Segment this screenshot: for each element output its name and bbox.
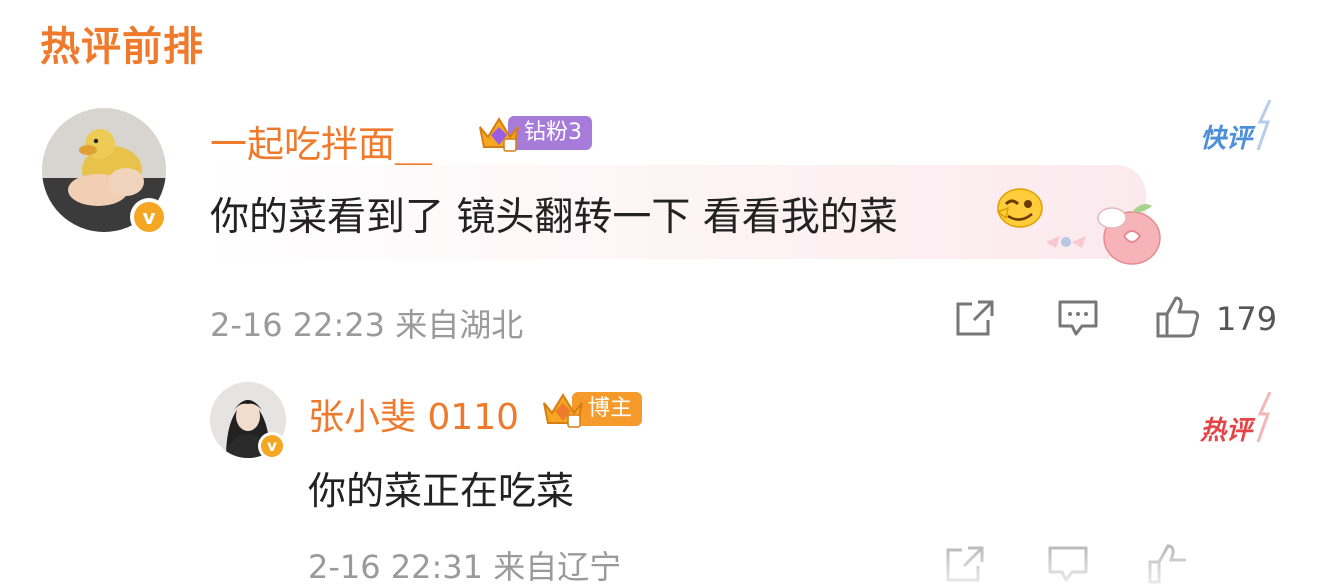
comment-username[interactable]: 一起吃拌面__ [210, 114, 432, 168]
comment-icon[interactable] [1056, 298, 1100, 338]
verified-icon: v [130, 198, 168, 236]
reply-meta: 2-16 22:31 来自辽宁 [308, 548, 622, 586]
crown-icon [543, 393, 583, 428]
like-count: 179 [1216, 300, 1278, 338]
quick-comment-tag: 快评 [1200, 124, 1253, 154]
share-icon[interactable] [954, 298, 996, 338]
reply-username[interactable]: 张小斐 0110 [308, 388, 519, 440]
bunny-apple-sticker-icon [1046, 204, 1161, 265]
fan-badge[interactable]: 钻粉3 [476, 116, 592, 152]
author-badge[interactable]: 博主 [540, 392, 643, 428]
tag-sparkle-icon [1256, 392, 1272, 442]
verified-icon: v [258, 432, 286, 460]
tag-sparkle-icon [1256, 100, 1272, 150]
comment-meta: 2-16 22:23 来自湖北 [210, 306, 524, 344]
fade-overlay [940, 536, 1320, 584]
reply-text: 你的菜正在吃菜 [308, 469, 575, 513]
hot-comment-tag: 热评 [1200, 416, 1253, 446]
wink-emoji-icon [996, 188, 1043, 228]
crown-icon [479, 117, 519, 152]
like-icon[interactable] [1154, 294, 1202, 340]
comment-text: 你的菜看到了 镜头翻转一下 看看我的菜 [210, 195, 898, 240]
section-title: 热评前排 [40, 24, 204, 70]
